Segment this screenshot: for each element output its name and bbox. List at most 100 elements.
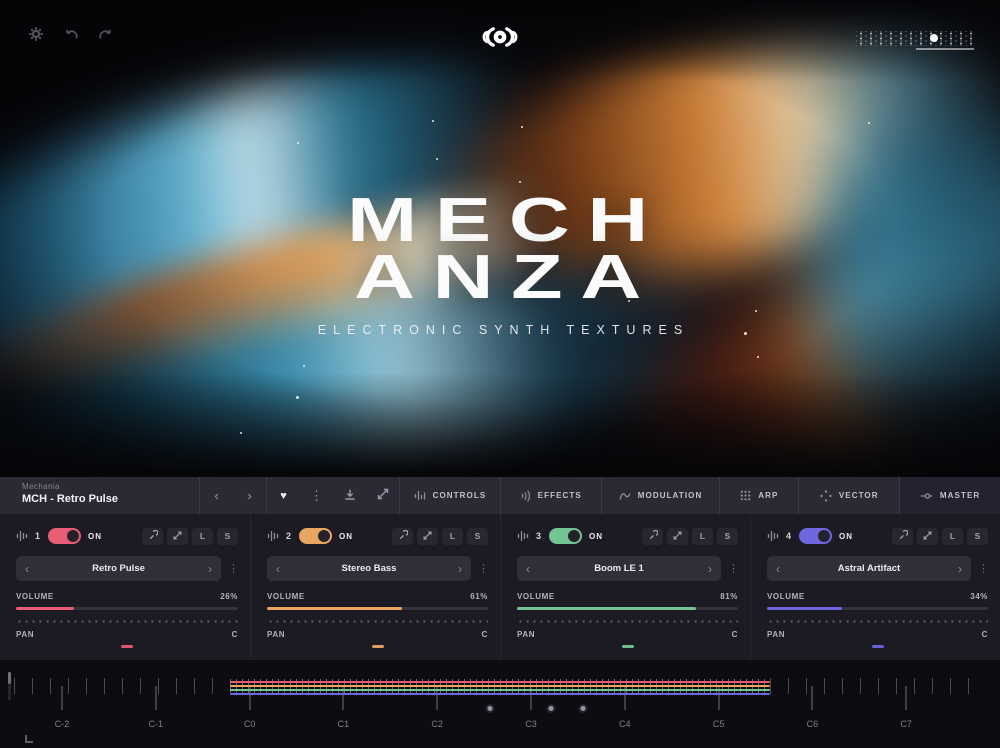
tab-master[interactable]: MASTER	[899, 477, 1000, 514]
ruler-tick	[158, 678, 159, 694]
on-label: ON	[839, 532, 853, 541]
diagonal-arrows-icon	[377, 488, 389, 503]
tab-controls[interactable]: CONTROLS	[399, 477, 500, 514]
download-button[interactable]	[333, 477, 366, 514]
ruler-tick	[50, 678, 51, 694]
volume-value: 26%	[220, 592, 238, 601]
channel-on-toggle[interactable]	[299, 528, 332, 544]
preset-info[interactable]: Mechania MCH - Retro Pulse	[0, 477, 199, 514]
volume-slider[interactable]	[16, 607, 238, 610]
volume-label: VOLUME	[517, 592, 555, 601]
pan-value: C	[482, 630, 488, 639]
on-label: ON	[88, 532, 102, 541]
toggle-knob	[318, 530, 330, 542]
more-options-button[interactable]: ⋮	[300, 477, 333, 514]
ruler-tick	[770, 678, 771, 694]
octave-label: C4	[619, 719, 631, 729]
hero-text: MECH ANZA ELECTRONIC SYNTH TEXTURES	[0, 192, 1000, 337]
pan-marker	[872, 645, 884, 648]
tab-arp[interactable]: ARP	[719, 477, 798, 514]
diagonal-arrows-icon	[673, 531, 682, 542]
output-meter	[856, 31, 974, 46]
pan-slider[interactable]	[16, 620, 238, 623]
toggle-knob	[568, 530, 580, 542]
ruler-tick	[140, 678, 141, 694]
tab-vector[interactable]: VECTOR	[798, 477, 899, 514]
expand-channel-button[interactable]	[917, 528, 938, 545]
wrench-button[interactable]	[642, 528, 663, 545]
preset-next-button[interactable]: ›	[458, 563, 462, 575]
speck	[436, 158, 438, 160]
expand-channel-button[interactable]	[417, 528, 438, 545]
expand-channel-button[interactable]	[167, 528, 188, 545]
channel-on-toggle[interactable]	[799, 528, 832, 544]
preset-next-button[interactable]: ›	[208, 563, 212, 575]
latch-button[interactable]: L	[692, 528, 713, 545]
solo-button[interactable]: S	[717, 528, 738, 545]
ruler-tick	[122, 678, 123, 694]
latch-button[interactable]: L	[942, 528, 963, 545]
volume-slider[interactable]	[767, 607, 988, 610]
ruler-tick	[842, 678, 843, 694]
settings-button[interactable]	[26, 26, 46, 46]
channel-preset-selector[interactable]: ‹ Retro Pulse ›	[16, 556, 221, 581]
range-handle[interactable]	[547, 704, 556, 713]
favorite-button[interactable]: ♥	[267, 477, 300, 514]
plugin-window: MECH ANZA ELECTRONIC SYNTH TEXTURES	[0, 0, 1000, 748]
ruler-tick	[86, 678, 87, 694]
solo-button[interactable]: S	[467, 528, 488, 545]
solo-button[interactable]: S	[217, 528, 238, 545]
tab-modulation[interactable]: MODULATION	[601, 477, 720, 514]
channel-on-toggle[interactable]	[48, 528, 81, 544]
wrench-button[interactable]	[892, 528, 913, 545]
pan-value: C	[982, 630, 988, 639]
channel-preset-selector[interactable]: ‹ Astral Artifact ›	[767, 556, 971, 581]
pan-slider[interactable]	[767, 620, 988, 623]
speck	[240, 432, 242, 434]
vector-dots-icon	[820, 490, 832, 502]
undo-button[interactable]	[61, 26, 81, 46]
channel-preset-name: Astral Artifact	[780, 563, 958, 574]
octave-label: C1	[338, 719, 350, 729]
channel-menu-button[interactable]: ⋮	[228, 562, 238, 575]
range-handle[interactable]	[486, 704, 495, 713]
pan-slider[interactable]	[267, 620, 488, 623]
speck	[297, 142, 299, 144]
channel-preset-selector[interactable]: ‹ Boom LE 1 ›	[517, 556, 721, 581]
current-preset-name[interactable]: MCH - Retro Pulse	[22, 493, 199, 505]
channel-menu-button[interactable]: ⋮	[978, 562, 988, 575]
preset-next-button[interactable]: ›	[708, 563, 712, 575]
prev-preset-button[interactable]: ‹	[200, 477, 233, 514]
expand-button[interactable]	[366, 477, 399, 514]
pan-label: PAN	[16, 630, 34, 639]
redo-button[interactable]	[96, 26, 116, 46]
channel-menu-button[interactable]: ⋮	[478, 562, 488, 575]
wrench-button[interactable]	[142, 528, 163, 545]
expand-channel-button[interactable]	[667, 528, 688, 545]
solo-button[interactable]: S	[967, 528, 988, 545]
range-handle[interactable]	[579, 704, 588, 713]
pan-slider[interactable]	[517, 620, 738, 623]
preset-next-button[interactable]: ›	[958, 563, 962, 575]
speck	[868, 122, 870, 124]
range-line	[230, 685, 770, 687]
undo-icon	[64, 27, 78, 45]
volume-slider[interactable]	[517, 607, 738, 610]
meter-dot	[930, 34, 938, 42]
next-preset-button[interactable]: ›	[233, 477, 266, 514]
waveform-icon	[767, 530, 780, 542]
channel-on-toggle[interactable]	[549, 528, 582, 544]
wrench-button[interactable]	[392, 528, 413, 545]
key-ruler[interactable]	[0, 670, 1000, 702]
volume-slider[interactable]	[267, 607, 488, 610]
channel-menu-button[interactable]: ⋮	[728, 562, 738, 575]
channel-preset-selector[interactable]: ‹ Stereo Bass ›	[267, 556, 471, 581]
pan-marker	[372, 645, 384, 648]
ruler-tick	[824, 678, 825, 694]
title-line-2: ANZA	[0, 249, 1000, 306]
tab-effects[interactable]: EFFECTS	[500, 477, 601, 514]
latch-button[interactable]: L	[442, 528, 463, 545]
octave-label: C3	[525, 719, 537, 729]
latch-button[interactable]: L	[192, 528, 213, 545]
ruler-tick	[104, 678, 105, 694]
